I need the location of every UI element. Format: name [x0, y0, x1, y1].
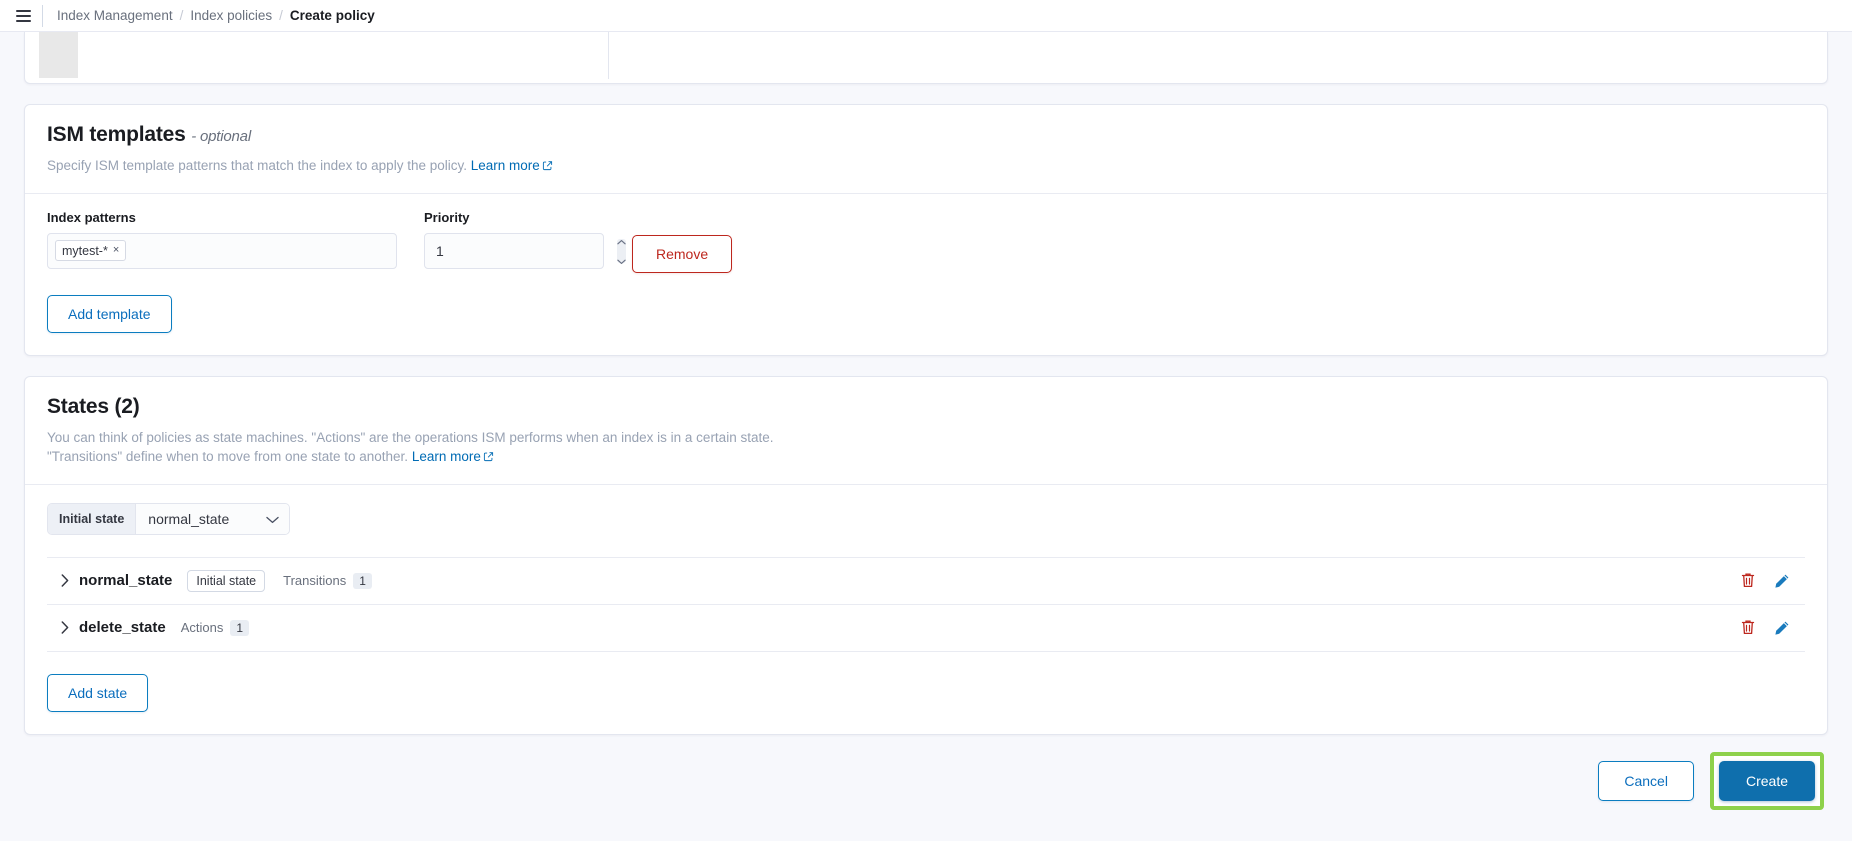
create-button-highlight: Create	[1709, 751, 1824, 810]
state-meta: Actions 1	[180, 619, 250, 636]
state-name: normal_state	[79, 572, 173, 590]
states-body: Initial state normal_state normal_state …	[25, 485, 1827, 734]
state-meta-count: 1	[353, 572, 372, 589]
hamburger-bar	[15, 14, 31, 17]
ism-templates-panel: ISM templates - optional Specify ISM tem…	[24, 104, 1828, 356]
footer-actions: Cancel Create	[24, 751, 1828, 810]
pencil-icon[interactable]	[1768, 614, 1796, 642]
quantity-stepper[interactable]	[617, 238, 626, 264]
hamburger-bar	[15, 19, 31, 22]
table-row[interactable]: normal_state Initial state Transitions 1	[47, 558, 1805, 605]
breadcrumb-item-index-policies[interactable]: Index policies	[190, 8, 272, 23]
initial-state-select[interactable]: normal_state	[136, 503, 290, 534]
ism-templates-title: ISM templates - optional	[47, 123, 1805, 147]
cancel-button[interactable]: Cancel	[1598, 760, 1694, 801]
index-patterns-field-group: Index patterns mytest-* ×	[47, 210, 397, 269]
ism-template-row: Index patterns mytest-* × Priority 1 Rem…	[47, 210, 1805, 273]
breadcrumb-separator: /	[279, 8, 283, 23]
create-button[interactable]: Create	[1718, 760, 1815, 801]
previous-panel-partial	[24, 32, 1828, 84]
priority-input[interactable]	[436, 242, 617, 259]
placeholder-block	[39, 32, 78, 78]
chevron-right-icon[interactable]	[51, 621, 79, 634]
states-panel: States (2) You can think of policies as …	[24, 375, 1828, 735]
index-patterns-input[interactable]: mytest-* ×	[47, 232, 397, 269]
initial-state-label: Initial state	[48, 503, 137, 534]
states-description-line-2-text: "Transitions" define when to move from o…	[47, 449, 409, 465]
ism-templates-title-text: ISM templates	[47, 123, 186, 146]
state-meta-label: Transitions	[283, 573, 347, 589]
state-meta: Transitions 1	[283, 572, 372, 589]
ism-templates-learn-more-link[interactable]: Learn more	[471, 158, 540, 173]
chevron-up-icon[interactable]	[617, 232, 626, 250]
trash-icon[interactable]	[1734, 614, 1762, 642]
breadcrumb-separator: /	[179, 8, 184, 23]
initial-state-control: Initial state normal_state	[47, 502, 291, 535]
index-pattern-pill-label: mytest-*	[62, 243, 108, 258]
breadcrumb: Index Management / Index policies / Crea…	[57, 8, 375, 23]
pencil-icon[interactable]	[1768, 567, 1796, 595]
chevron-down-icon[interactable]	[617, 252, 626, 270]
states-description-line-1: You can think of policies as state machi…	[47, 429, 774, 445]
chevron-down-icon[interactable]	[266, 511, 280, 527]
state-name: delete_state	[79, 619, 166, 637]
index-patterns-label: Index patterns	[47, 209, 136, 225]
states-description: You can think of policies as state machi…	[47, 428, 1805, 468]
ism-templates-optional-label: - optional	[191, 128, 251, 145]
status-badge: Initial state	[187, 569, 266, 592]
state-meta-label: Actions	[180, 620, 224, 636]
state-meta-count: 1	[230, 619, 250, 636]
external-link-icon	[542, 157, 553, 177]
ism-templates-description: Specify ISM template patterns that match…	[47, 156, 1805, 177]
ism-templates-header: ISM templates - optional Specify ISM tem…	[25, 105, 1827, 193]
table-row[interactable]: delete_state Actions 1	[47, 605, 1805, 652]
ism-templates-body: Index patterns mytest-* × Priority 1 Rem…	[25, 194, 1827, 355]
hamburger-menu-icon[interactable]	[6, 0, 40, 32]
add-template-button[interactable]: Add template	[47, 294, 172, 333]
chevron-right-icon[interactable]	[51, 574, 79, 587]
priority-input-wrapper[interactable]	[424, 232, 626, 269]
close-icon[interactable]: ×	[113, 245, 119, 256]
trash-icon[interactable]	[1734, 567, 1762, 595]
ism-templates-description-text: Specify ISM template patterns that match…	[47, 158, 467, 173]
add-state-button[interactable]: Add state	[47, 673, 149, 712]
states-list: normal_state Initial state Transitions 1…	[47, 556, 1805, 652]
panel-column-divider	[608, 32, 609, 79]
breadcrumb-bar: Index Management / Index policies / Crea…	[0, 0, 1852, 32]
initial-state-value: normal_state	[148, 510, 230, 527]
toolbar-divider	[42, 4, 43, 27]
remove-template-button[interactable]: Remove	[632, 234, 733, 273]
states-learn-more-link[interactable]: Learn more	[412, 449, 481, 464]
breadcrumb-item-create-policy: Create policy	[289, 8, 375, 23]
breadcrumb-item-index-management[interactable]: Index Management	[57, 8, 173, 23]
states-header: States (2) You can think of policies as …	[25, 377, 1827, 484]
index-pattern-pill[interactable]: mytest-* ×	[55, 240, 127, 262]
states-title: States (2)	[47, 394, 140, 418]
priority-field-group: Priority	[424, 209, 626, 269]
states-description-line-2: "Transitions" define when to move from o…	[47, 447, 1805, 468]
remove-template-cell: Remove	[632, 210, 733, 273]
priority-label: Priority	[424, 209, 470, 225]
external-link-icon	[483, 448, 494, 468]
hamburger-bar	[15, 9, 31, 12]
page-content: ISM templates - optional Specify ISM tem…	[0, 32, 1852, 841]
